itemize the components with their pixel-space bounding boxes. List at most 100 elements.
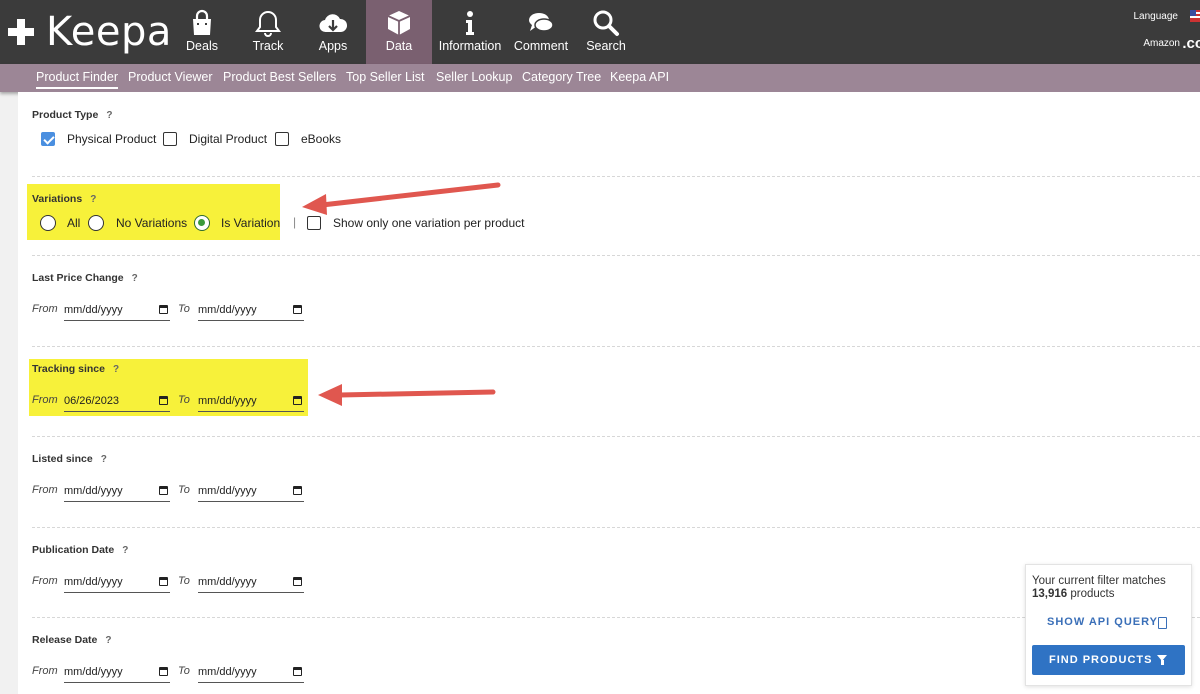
nav-track[interactable]: Track [246,0,290,64]
no-variations-radio[interactable] [88,215,104,231]
listed-since-to-label: To [178,484,190,496]
nav-data-label: Data [385,39,413,53]
shopping-bag-icon [193,9,211,35]
no-variations-label: No Variations [116,216,188,230]
nav-deals[interactable]: Deals [180,0,224,64]
release-date-help[interactable]: ? [105,635,111,646]
release-date-to-label: To [178,665,190,677]
calendar-icon[interactable] [293,577,302,586]
publication-date-from-input[interactable]: mm/dd/yyyy [64,571,170,593]
subnav-product-viewer[interactable]: Product Viewer [128,70,213,84]
calendar-icon[interactable] [293,667,302,676]
calendar-icon[interactable] [293,486,302,495]
us-flag-icon[interactable] [1190,10,1200,22]
digital-product-label: Digital Product [189,132,268,146]
comments-icon [529,13,554,32]
physical-product-label: Physical Product [67,132,157,146]
brand-name: Keepa [46,9,172,55]
cloud-download-icon [319,14,348,33]
last-price-change-to-input[interactable]: mm/dd/yyyy [198,299,304,321]
release-date-to-input[interactable]: mm/dd/yyyy [198,661,304,683]
amazon-domain[interactable]: .co [1182,35,1200,52]
is-variation-radio[interactable] [194,215,210,231]
subnav-product-best-sellers[interactable]: Product Best Sellers [223,70,336,84]
nav-search[interactable]: Search [584,0,628,64]
subnav-product-finder[interactable]: Product Finder [36,70,118,89]
variations-help[interactable]: ? [90,194,96,205]
nav-data[interactable]: Data [366,0,432,64]
nav-search-label: Search [586,39,626,53]
digital-product-checkbox[interactable] [163,132,177,146]
ebooks-checkbox[interactable] [275,132,289,146]
is-variation-label: Is Variation [221,216,281,230]
tracking-since-from-input[interactable]: 06/26/2023 [64,390,170,412]
calendar-icon[interactable] [159,305,168,314]
annotation-arrow [318,384,496,406]
release-date-heading: Release Date? [32,634,112,646]
tracking-since-help[interactable]: ? [113,364,119,375]
last-price-change-from-input[interactable]: mm/dd/yyyy [64,299,170,321]
filter-panel: Product Type? Physical Product Digital P… [18,92,1200,694]
annotation-arrow [302,182,501,215]
publication-date-to-input[interactable]: mm/dd/yyyy [198,571,304,593]
variations-heading: Variations? [32,193,97,205]
bell-icon [255,10,281,37]
variations-all-radio[interactable] [40,215,56,231]
publication-date-heading: Publication Date? [32,544,129,556]
release-date-from-input[interactable]: mm/dd/yyyy [64,661,170,683]
language-label[interactable]: Language [1134,11,1179,22]
last-price-change-to-label: To [178,303,190,315]
nav-comment[interactable]: Comment [512,0,570,64]
divider [32,346,1200,347]
nav-apps-label: Apps [318,39,348,53]
amazon-label[interactable]: Amazon [1143,38,1180,49]
nav-apps[interactable]: Apps [311,0,355,64]
listed-since-from-input[interactable]: mm/dd/yyyy [64,480,170,502]
last-price-change-from-label: From [32,303,58,315]
box-icon [387,11,411,35]
physical-product-checkbox[interactable] [41,132,55,146]
listed-since-heading: Listed since? [32,453,107,465]
nav-information-label: Information [438,39,502,53]
last-price-change-help[interactable]: ? [132,273,138,284]
calendar-icon[interactable] [159,577,168,586]
publication-date-help[interactable]: ? [122,545,128,556]
info-icon [466,11,474,35]
subnav-category-tree[interactable]: Category Tree [522,70,601,84]
calendar-icon[interactable] [293,396,302,405]
nav-deals-label: Deals [186,39,218,53]
listed-since-help[interactable]: ? [101,454,107,465]
top-navigation-bar: Keepa Deals Track Apps Data Information … [0,0,1200,64]
listed-since-to-input[interactable]: mm/dd/yyyy [198,480,304,502]
match-unit: products [1070,588,1115,600]
listed-since-from-label: From [32,484,58,496]
calendar-icon[interactable] [159,396,168,405]
divider [32,176,1200,177]
calendar-icon[interactable] [159,486,168,495]
document-icon[interactable] [1158,617,1167,629]
nav-information[interactable]: Information [436,0,504,64]
tracking-since-to-label: To [178,394,190,406]
subnav-seller-lookup[interactable]: Seller Lookup [436,70,512,84]
calendar-icon[interactable] [159,667,168,676]
match-count: 13,916 [1032,588,1068,600]
divider [32,255,1200,256]
product-type-help[interactable]: ? [106,110,112,121]
tracking-since-from-label: From [32,394,58,406]
tracking-since-to-input[interactable]: mm/dd/yyyy [198,390,304,412]
find-products-button[interactable]: FIND PRODUCTS [1032,645,1185,675]
calendar-icon[interactable] [293,305,302,314]
nav-comment-label: Comment [513,39,569,53]
tracking-since-heading: Tracking since? [32,363,120,375]
last-price-change-heading: Last Price Change? [32,272,138,284]
keepa-logo[interactable]: Keepa [8,8,172,56]
show-api-query-link[interactable]: SHOW API QUERY [1047,616,1158,628]
match-count-line: 13,916 products [1032,588,1115,600]
publication-date-from-label: From [32,575,58,587]
publication-date-to-label: To [178,575,190,587]
release-date-from-label: From [32,665,58,677]
subnav-top-seller-list[interactable]: Top Seller List [346,70,425,84]
divider [32,527,1200,528]
subnav-keepa-api[interactable]: Keepa API [610,70,669,84]
nav-track-label: Track [252,39,284,53]
